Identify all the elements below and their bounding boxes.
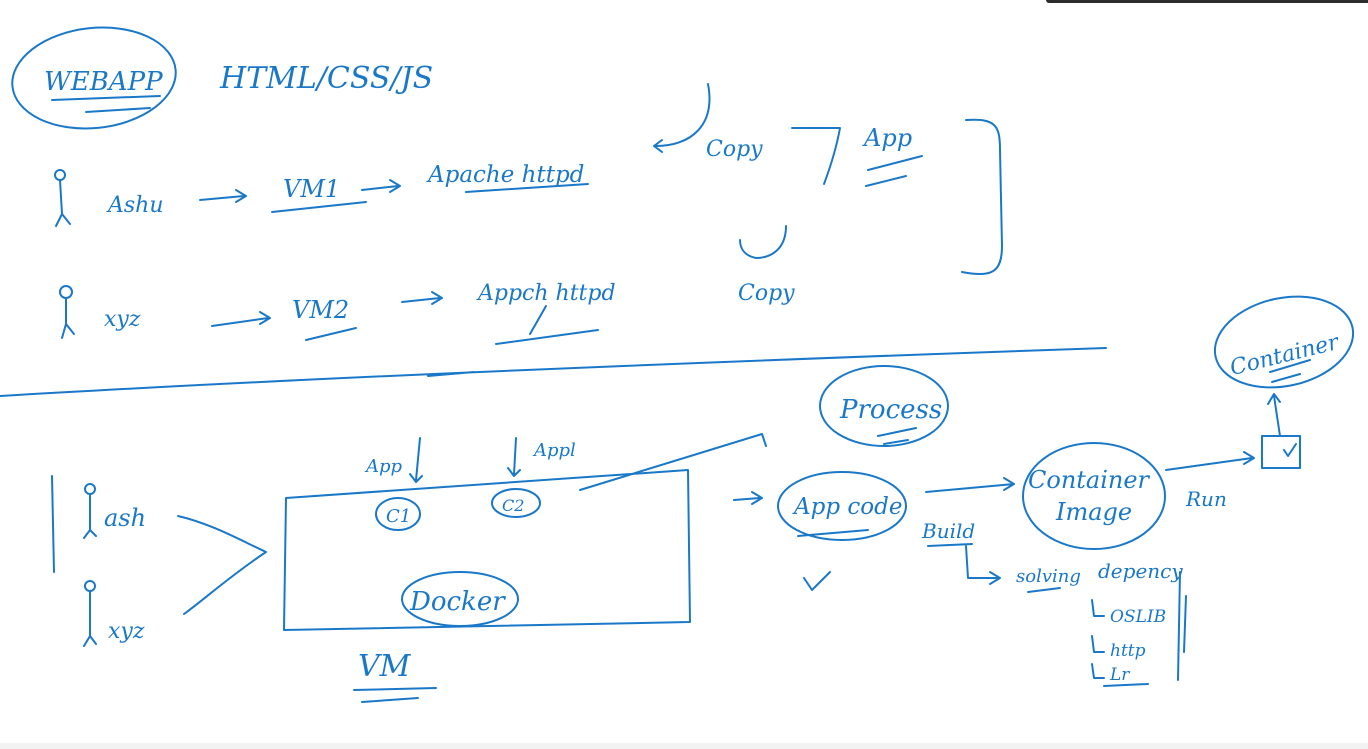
copy1-label: Copy <box>706 137 763 162</box>
docker-label: Docker <box>409 587 506 617</box>
dep2-arrow-icon <box>1091 635 1105 653</box>
arrow-users-to-docker <box>177 515 267 615</box>
arrow-user2-to-vm2 <box>211 311 271 327</box>
dep3-arrow-icon <box>1091 663 1105 679</box>
user1-label: Ashu <box>106 193 164 218</box>
vm1-underline <box>271 201 367 213</box>
vm2-underline <box>305 327 357 341</box>
appcode-label: App code <box>792 494 902 520</box>
vm2-label: VM2 <box>292 296 349 324</box>
left-vertical-line <box>51 475 55 573</box>
bottom-user2-label: xyz <box>108 619 145 644</box>
bottom-user1-label: ash <box>104 504 146 532</box>
solving-label: solving <box>1016 566 1081 587</box>
copy1-curve <box>653 83 711 153</box>
apache1-label: Apache httpd <box>426 162 584 188</box>
arrow-image-to-run <box>1165 451 1255 471</box>
arrow-app2-to-c2 <box>507 437 521 477</box>
run-box <box>1261 435 1301 469</box>
arrow-c2-to-process <box>579 433 767 491</box>
arrow-copy1-to-app <box>791 127 841 185</box>
app-top-underline <box>865 155 923 187</box>
dep2-label: http <box>1110 641 1146 661</box>
webapp-label: WEBAPP <box>44 67 163 97</box>
run-label: Run <box>1185 487 1227 511</box>
run-box-checkmark-icon <box>1283 443 1297 457</box>
container-image-circle <box>1022 442 1166 550</box>
container-image-line2: Image <box>1055 498 1132 526</box>
arrow-user1-to-vm1 <box>199 189 247 203</box>
container-image-line1: Container <box>1028 466 1151 494</box>
apache2-pointer <box>529 305 547 335</box>
user2-stick-figure-icon <box>59 285 75 339</box>
arrow-vm1-to-apache <box>361 179 401 193</box>
build-label: Build <box>921 519 975 543</box>
solving-underline <box>1027 587 1061 593</box>
vm-label: VM <box>358 649 412 684</box>
right-bracket <box>961 118 1003 276</box>
app2-label: Appl <box>532 440 576 461</box>
tech-label: HTML/CSS/JS <box>219 61 433 96</box>
user1-stick-figure-icon <box>54 169 71 227</box>
vm-underline <box>353 687 437 703</box>
arrow-app1-to-c1 <box>409 437 423 483</box>
app1-label: App <box>364 456 403 477</box>
checkmark-icon <box>803 571 831 591</box>
vm1-label: VM1 <box>283 175 340 203</box>
dep3-label: Lr <box>1109 665 1130 685</box>
arrow-to-appcode <box>733 491 763 505</box>
user2-label: xyz <box>104 307 141 332</box>
deps-right-bracket <box>1177 571 1187 681</box>
arrow-appcode-to-image <box>925 477 1015 493</box>
process-label: Process <box>839 395 942 425</box>
app-top-label: App <box>862 124 912 152</box>
dep1-label: OSLIB <box>1110 607 1166 627</box>
appcode-underline <box>797 529 869 537</box>
section-divider <box>0 347 1107 397</box>
c2-label: C2 <box>502 496 524 515</box>
dependency-label: depency <box>1098 559 1183 583</box>
whiteboard-canvas: WEBAPP HTML/CSS/JS Ashu VM1 Apache httpd… <box>0 26 1355 703</box>
c1-label: C1 <box>386 506 411 527</box>
apache2-underline <box>495 329 599 345</box>
arrow-vm2-to-apache <box>401 291 443 305</box>
apache2-label: Appch httpd <box>476 281 616 306</box>
bottom-user2-stick-figure-icon <box>83 580 97 647</box>
bottom-user1-stick-figure-icon <box>83 483 97 539</box>
arrow-build-to-deps <box>965 545 1001 585</box>
arrow-run-to-container <box>1267 393 1281 437</box>
copy2-label: Copy <box>738 281 795 306</box>
bottom-strip <box>0 743 1368 749</box>
copy2-curve <box>739 225 787 259</box>
dep1-arrow-icon <box>1091 599 1105 617</box>
webapp-underline <box>51 95 161 113</box>
